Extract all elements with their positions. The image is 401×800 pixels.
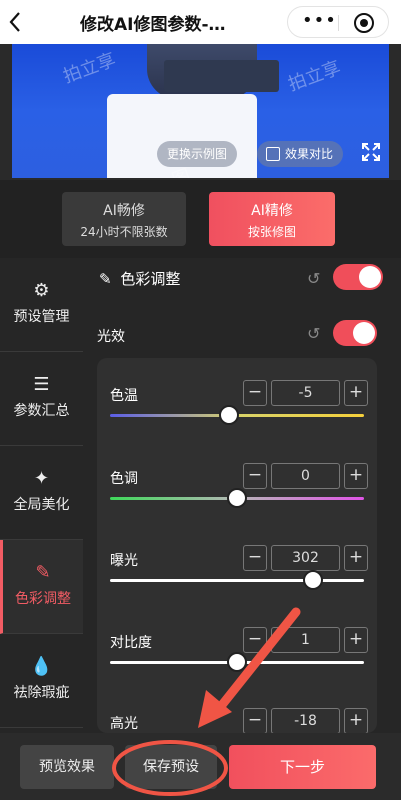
sidebar-item-preset-management[interactable]: ⚙ 预设管理: [0, 258, 83, 352]
param-stepper: − 1 +: [243, 627, 368, 653]
compare-effect-button[interactable]: 效果对比: [257, 141, 344, 167]
slider-thumb[interactable]: [303, 570, 324, 590]
minus-button[interactable]: −: [243, 627, 267, 653]
mode-fine-button[interactable]: AI精修 按张修图: [209, 192, 335, 246]
slider-track[interactable]: [110, 579, 364, 582]
mode-fast-button[interactable]: AI畅修 24小时不限张数: [62, 192, 186, 246]
param-label: 曝光: [110, 553, 138, 569]
drop-icon: 💧: [30, 656, 53, 677]
mode-fast-title: AI畅修: [103, 203, 145, 219]
sidebar-item-label: 祛除瑕疵: [13, 685, 70, 701]
sidebar-item-label: 预设管理: [13, 309, 70, 325]
param-stepper: − 302 +: [243, 545, 368, 571]
plus-button[interactable]: +: [344, 627, 368, 653]
slider-thumb[interactable]: [227, 652, 247, 672]
ai-color-icon: ✎: [99, 270, 112, 288]
subsection-toggle[interactable]: [333, 320, 377, 346]
plus-button[interactable]: +: [344, 380, 368, 406]
compare-icon: [266, 147, 280, 161]
slider-thumb[interactable]: [227, 488, 247, 508]
param-value-input[interactable]: 0: [271, 463, 340, 489]
sidebar-item-blemish-removal[interactable]: 💧 祛除瑕疵: [0, 634, 83, 728]
sidebar-item-params-summary[interactable]: ☰ 参数汇总: [0, 352, 83, 446]
magic-wand-icon: ✦: [33, 468, 50, 489]
fullscreen-icon[interactable]: [359, 142, 383, 166]
param-value-input[interactable]: -5: [271, 380, 340, 406]
preview-monitor-shape: [164, 60, 279, 92]
param-row: 曝光 − 302 +: [97, 540, 377, 622]
param-value-input[interactable]: -18: [271, 708, 340, 733]
capsule-divider: [338, 15, 339, 31]
reset-icon[interactable]: ↺: [307, 324, 320, 343]
bottom-bar: 预览效果 保存预设 下一步: [0, 733, 401, 800]
plus-button[interactable]: +: [344, 545, 368, 571]
preview-image: 拍立享 拍立享 图 更换示例图 效果对比: [12, 44, 389, 178]
section-header: ✎ 色彩调整: [99, 268, 180, 290]
minus-button[interactable]: −: [243, 708, 267, 733]
param-label: 高光: [110, 716, 138, 732]
mode-fast-subtitle: 24小时不限张数: [80, 225, 168, 239]
param-value-input[interactable]: 302: [271, 545, 340, 571]
plus-button[interactable]: +: [344, 708, 368, 733]
next-step-button[interactable]: 下一步: [229, 745, 376, 789]
param-row: 色调 − 0 +: [97, 458, 377, 540]
minus-button[interactable]: −: [243, 380, 267, 406]
param-value-input[interactable]: 1: [271, 627, 340, 653]
sidebar-item-global-beautify[interactable]: ✦ 全局美化: [0, 446, 83, 540]
mini-program-capsule: •••: [287, 6, 389, 38]
reset-icon[interactable]: ↺: [307, 269, 320, 288]
main-panel: ✎ 色彩调整 ↺ 光效 ↺ 色温 − -5 + 色调 − 0 + 曝光 − 30…: [83, 258, 401, 733]
section-title: 色彩调整: [120, 270, 181, 288]
param-row: 色温 − -5 +: [97, 375, 377, 457]
compare-label: 效果对比: [285, 147, 334, 161]
sidebar-item-label: 全局美化: [13, 497, 70, 513]
sidebar-item-color-adjust[interactable]: ✎ 色彩调整: [0, 540, 83, 634]
watermark-text: 拍立享: [285, 57, 344, 96]
param-stepper: − -18 +: [243, 708, 368, 733]
params-card: 色温 − -5 + 色调 − 0 + 曝光 − 302 + 对比度 − 1 + …: [97, 358, 377, 733]
plus-button[interactable]: +: [344, 463, 368, 489]
save-preset-button[interactable]: 保存预设: [125, 745, 217, 789]
slider-thumb[interactable]: [219, 405, 240, 425]
param-stepper: − -5 +: [243, 380, 368, 406]
sidebar-item-label: 参数汇总: [13, 403, 70, 419]
minus-button[interactable]: −: [243, 545, 267, 571]
back-chevron-left-icon[interactable]: [8, 6, 38, 38]
page-title: 修改AI修图参数-…: [80, 15, 226, 35]
preset-gear-icon: ⚙: [33, 280, 50, 301]
sidebar-item-label: 色彩调整: [15, 591, 71, 607]
section-toggle[interactable]: [333, 264, 383, 290]
mode-fine-title: AI精修: [251, 203, 293, 219]
param-stepper: − 0 +: [243, 463, 368, 489]
target-icon[interactable]: [354, 13, 374, 33]
subsection-title: 光效: [97, 329, 125, 345]
param-label: 色调: [110, 471, 138, 487]
change-example-button[interactable]: 更换示例图: [157, 141, 238, 167]
mode-selector: AI畅修 24小时不限张数 AI精修 按张修图: [0, 180, 401, 258]
sidebar: ⚙ 预设管理 ☰ 参数汇总 ✦ 全局美化 ✎ 色彩调整 💧 祛除瑕疵: [0, 258, 83, 733]
watermark-text: 拍立享: [60, 49, 119, 88]
param-label: 对比度: [110, 635, 152, 651]
param-row: 高光 − -18 +: [97, 703, 377, 733]
mode-fine-subtitle: 按张修图: [247, 225, 296, 239]
more-dots-icon[interactable]: •••: [302, 11, 337, 31]
param-row: 对比度 − 1 +: [97, 622, 377, 704]
preview-effect-button[interactable]: 预览效果: [20, 745, 114, 789]
minus-button[interactable]: −: [243, 463, 267, 489]
sliders-icon: ☰: [33, 374, 50, 395]
ai-color-icon: ✎: [35, 562, 51, 583]
param-label: 色温: [110, 388, 138, 404]
top-bar: 修改AI修图参数-… •••: [0, 0, 401, 44]
